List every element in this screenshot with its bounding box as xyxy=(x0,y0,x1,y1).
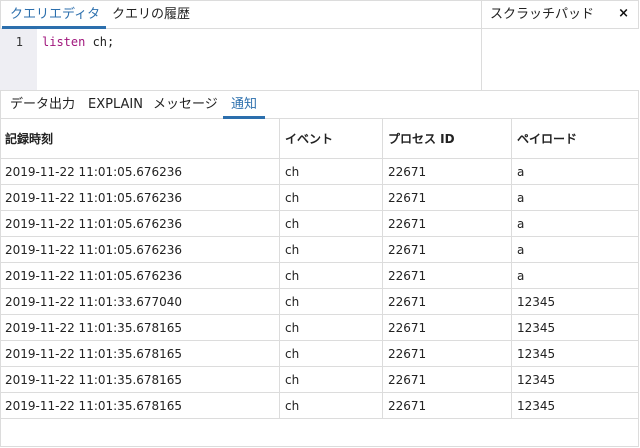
sql-editor[interactable]: 1 listen ch; xyxy=(0,29,481,91)
code-line[interactable]: listen ch; xyxy=(42,35,114,49)
table-row[interactable]: 2019-11-22 11:01:35.678165 ch 22671 12345 xyxy=(0,341,639,367)
table-row[interactable]: 2019-11-22 11:01:35.678165 ch 22671 12345 xyxy=(0,393,639,419)
tab-messages[interactable]: メッセージ xyxy=(153,91,218,118)
column-header-timestamp[interactable]: 記録時刻 xyxy=(0,119,280,158)
timestamp-cell[interactable]: 2019-11-22 11:01:35.678165 xyxy=(0,367,280,392)
line-number: 1 xyxy=(15,35,23,49)
payload-cell[interactable]: a xyxy=(512,237,639,262)
timestamp-cell[interactable]: 2019-11-22 11:01:35.678165 xyxy=(0,393,280,418)
timestamp-cell[interactable]: 2019-11-22 11:01:05.676236 xyxy=(0,159,280,184)
table-row[interactable]: 2019-11-22 11:01:05.676236 ch 22671 a xyxy=(0,211,639,237)
line-gutter: 1 xyxy=(0,29,37,90)
tab-query-editor[interactable]: クエリエディタ xyxy=(1,0,107,29)
payload-cell[interactable]: 12345 xyxy=(512,367,639,392)
editor-tab-bar: クエリエディタ クエリの履歴 xyxy=(0,0,481,29)
timestamp-cell[interactable]: 2019-11-22 11:01:05.676236 xyxy=(0,263,280,288)
event-cell[interactable]: ch xyxy=(280,367,383,392)
sql-text: ch; xyxy=(85,35,115,49)
column-header-event[interactable]: イベント xyxy=(280,119,383,158)
timestamp-cell[interactable]: 2019-11-22 11:01:05.676236 xyxy=(0,211,280,236)
scratch-pad-textarea[interactable] xyxy=(481,29,639,91)
payload-cell[interactable]: 12345 xyxy=(512,341,639,366)
tab-data-output[interactable]: データ出力 xyxy=(10,91,75,118)
event-cell[interactable]: ch xyxy=(280,185,383,210)
payload-cell[interactable]: a xyxy=(512,159,639,184)
table-row[interactable]: 2019-11-22 11:01:33.677040 ch 22671 12345 xyxy=(0,289,639,315)
process-id-cell[interactable]: 22671 xyxy=(383,367,512,392)
event-cell[interactable]: ch xyxy=(280,211,383,236)
column-header-process-id[interactable]: プロセス ID xyxy=(383,119,512,158)
process-id-cell[interactable]: 22671 xyxy=(383,341,512,366)
payload-cell[interactable]: a xyxy=(512,263,639,288)
table-row[interactable]: 2019-11-22 11:01:05.676236 ch 22671 a xyxy=(0,159,639,185)
process-id-cell[interactable]: 22671 xyxy=(383,315,512,340)
process-id-cell[interactable]: 22671 xyxy=(383,237,512,262)
process-id-cell[interactable]: 22671 xyxy=(383,211,512,236)
tab-notifications[interactable]: 通知 xyxy=(222,91,266,119)
timestamp-cell[interactable]: 2019-11-22 11:01:05.676236 xyxy=(0,185,280,210)
event-cell[interactable]: ch xyxy=(280,393,383,418)
payload-cell[interactable]: a xyxy=(512,185,639,210)
table-row[interactable]: 2019-11-22 11:01:35.678165 ch 22671 12345 xyxy=(0,367,639,393)
timestamp-cell[interactable]: 2019-11-22 11:01:33.677040 xyxy=(0,289,280,314)
payload-cell[interactable]: 12345 xyxy=(512,289,639,314)
table-row[interactable]: 2019-11-22 11:01:05.676236 ch 22671 a xyxy=(0,263,639,289)
timestamp-cell[interactable]: 2019-11-22 11:01:35.678165 xyxy=(0,341,280,366)
scratch-pad-header: スクラッチパッド × xyxy=(481,0,639,29)
column-header-payload[interactable]: ペイロード xyxy=(512,119,639,158)
event-cell[interactable]: ch xyxy=(280,341,383,366)
table-row[interactable]: 2019-11-22 11:01:35.678165 ch 22671 12345 xyxy=(0,315,639,341)
process-id-cell[interactable]: 22671 xyxy=(383,289,512,314)
result-tab-bar: データ出力 EXPLAIN メッセージ 通知 xyxy=(0,91,639,119)
sql-keyword: listen xyxy=(42,35,86,49)
close-icon[interactable]: × xyxy=(618,6,629,21)
payload-cell[interactable]: 12345 xyxy=(512,393,639,418)
table-header-row: 記録時刻 イベント プロセス ID ペイロード xyxy=(0,119,639,159)
table-row[interactable]: 2019-11-22 11:01:05.676236 ch 22671 a xyxy=(0,185,639,211)
timestamp-cell[interactable]: 2019-11-22 11:01:05.676236 xyxy=(0,237,280,262)
tab-query-history[interactable]: クエリの履歴 xyxy=(112,0,190,28)
timestamp-cell[interactable]: 2019-11-22 11:01:35.678165 xyxy=(0,315,280,340)
process-id-cell[interactable]: 22671 xyxy=(383,393,512,418)
payload-cell[interactable]: a xyxy=(512,211,639,236)
event-cell[interactable]: ch xyxy=(280,315,383,340)
event-cell[interactable]: ch xyxy=(280,289,383,314)
scratch-pad-title: スクラッチパッド xyxy=(490,7,595,22)
event-cell[interactable]: ch xyxy=(280,159,383,184)
process-id-cell[interactable]: 22671 xyxy=(383,263,512,288)
process-id-cell[interactable]: 22671 xyxy=(383,185,512,210)
event-cell[interactable]: ch xyxy=(280,237,383,262)
payload-cell[interactable]: 12345 xyxy=(512,315,639,340)
table-row[interactable]: 2019-11-22 11:01:05.676236 ch 22671 a xyxy=(0,237,639,263)
tab-explain[interactable]: EXPLAIN xyxy=(88,91,143,118)
process-id-cell[interactable]: 22671 xyxy=(383,159,512,184)
event-cell[interactable]: ch xyxy=(280,263,383,288)
